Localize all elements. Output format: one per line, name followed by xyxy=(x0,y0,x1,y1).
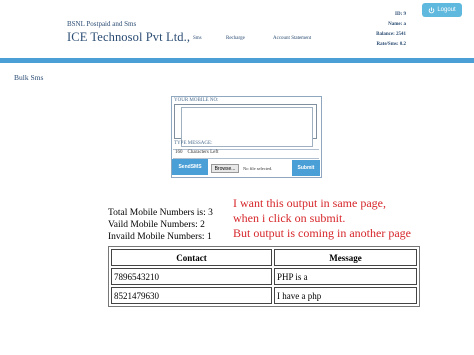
nav-account-statement[interactable]: Account Statement xyxy=(273,36,311,41)
name-label: Name: xyxy=(388,22,403,27)
column-header-contact: Contact xyxy=(111,249,272,266)
invalid-numbers: Invaild Mobile Numbers: 1 xyxy=(108,232,212,242)
annotation-line-1: I want this output in same page, xyxy=(233,196,386,210)
annotation-line-2: when i click on submit. xyxy=(233,211,346,225)
table-header-row: Contact Message xyxy=(111,249,417,266)
rate-label: Rate/Sms: xyxy=(376,42,399,47)
message-cell: PHP is a xyxy=(274,268,417,285)
nav-recharge[interactable]: Recharge xyxy=(226,36,245,41)
send-sms-button[interactable]: SendSMS xyxy=(172,159,208,175)
balance-label: Balance: xyxy=(376,32,395,37)
name-value: a xyxy=(403,22,407,27)
id-label: ID: xyxy=(395,12,403,17)
rate-value: 0.2 xyxy=(399,42,406,47)
mobile-label: YOUR MOBILE NO: xyxy=(174,98,219,103)
user-rate: Rate/Sms: 0.2 xyxy=(377,42,406,47)
no-file-text: No file selected. xyxy=(243,166,273,171)
page-title: Bulk Sms xyxy=(14,73,44,82)
brand-title: ICE Technosol Pvt Ltd., xyxy=(67,30,191,44)
balance-value: 2541 xyxy=(396,32,406,37)
user-name: Name: a xyxy=(388,22,406,27)
total-numbers: Total Mobile Numbers is: 3 xyxy=(108,208,213,218)
message-cell: I have a php xyxy=(274,287,417,304)
contact-cell: 7896543210 xyxy=(111,268,272,285)
table-row: 7896543210 PHP is a xyxy=(111,268,417,285)
chars-left: 160 Characters Left xyxy=(175,150,218,155)
brand-subtitle: BSNL Postpaid and Sms xyxy=(67,20,137,28)
submit-button[interactable]: Submit xyxy=(292,160,320,176)
user-id: ID: 9 xyxy=(395,12,406,17)
contact-cell: 8521479630 xyxy=(111,287,272,304)
browse-button[interactable]: Browse... xyxy=(211,164,239,173)
user-balance: Balance: 2541 xyxy=(376,32,406,37)
logout-button[interactable]: Logout xyxy=(422,3,462,17)
nav-sms[interactable]: Sms xyxy=(193,36,202,41)
message-label: TYPE MESSAGE: xyxy=(174,141,213,146)
valid-numbers: Vaild Mobile Numbers: 2 xyxy=(108,220,205,230)
table-row: 8521479630 I have a php xyxy=(111,287,417,304)
results-table: Contact Message 7896543210 PHP is a 8521… xyxy=(108,246,420,307)
annotation-line-3: But output is coming in another page xyxy=(233,226,411,240)
chars-left-label: Characters Left xyxy=(187,150,219,155)
id-value: 9 xyxy=(403,12,407,17)
header-divider xyxy=(0,58,474,63)
logout-label: Logout xyxy=(437,7,456,13)
chars-left-count: 160 xyxy=(175,150,183,155)
column-header-message: Message xyxy=(274,249,417,266)
power-icon xyxy=(429,6,435,13)
